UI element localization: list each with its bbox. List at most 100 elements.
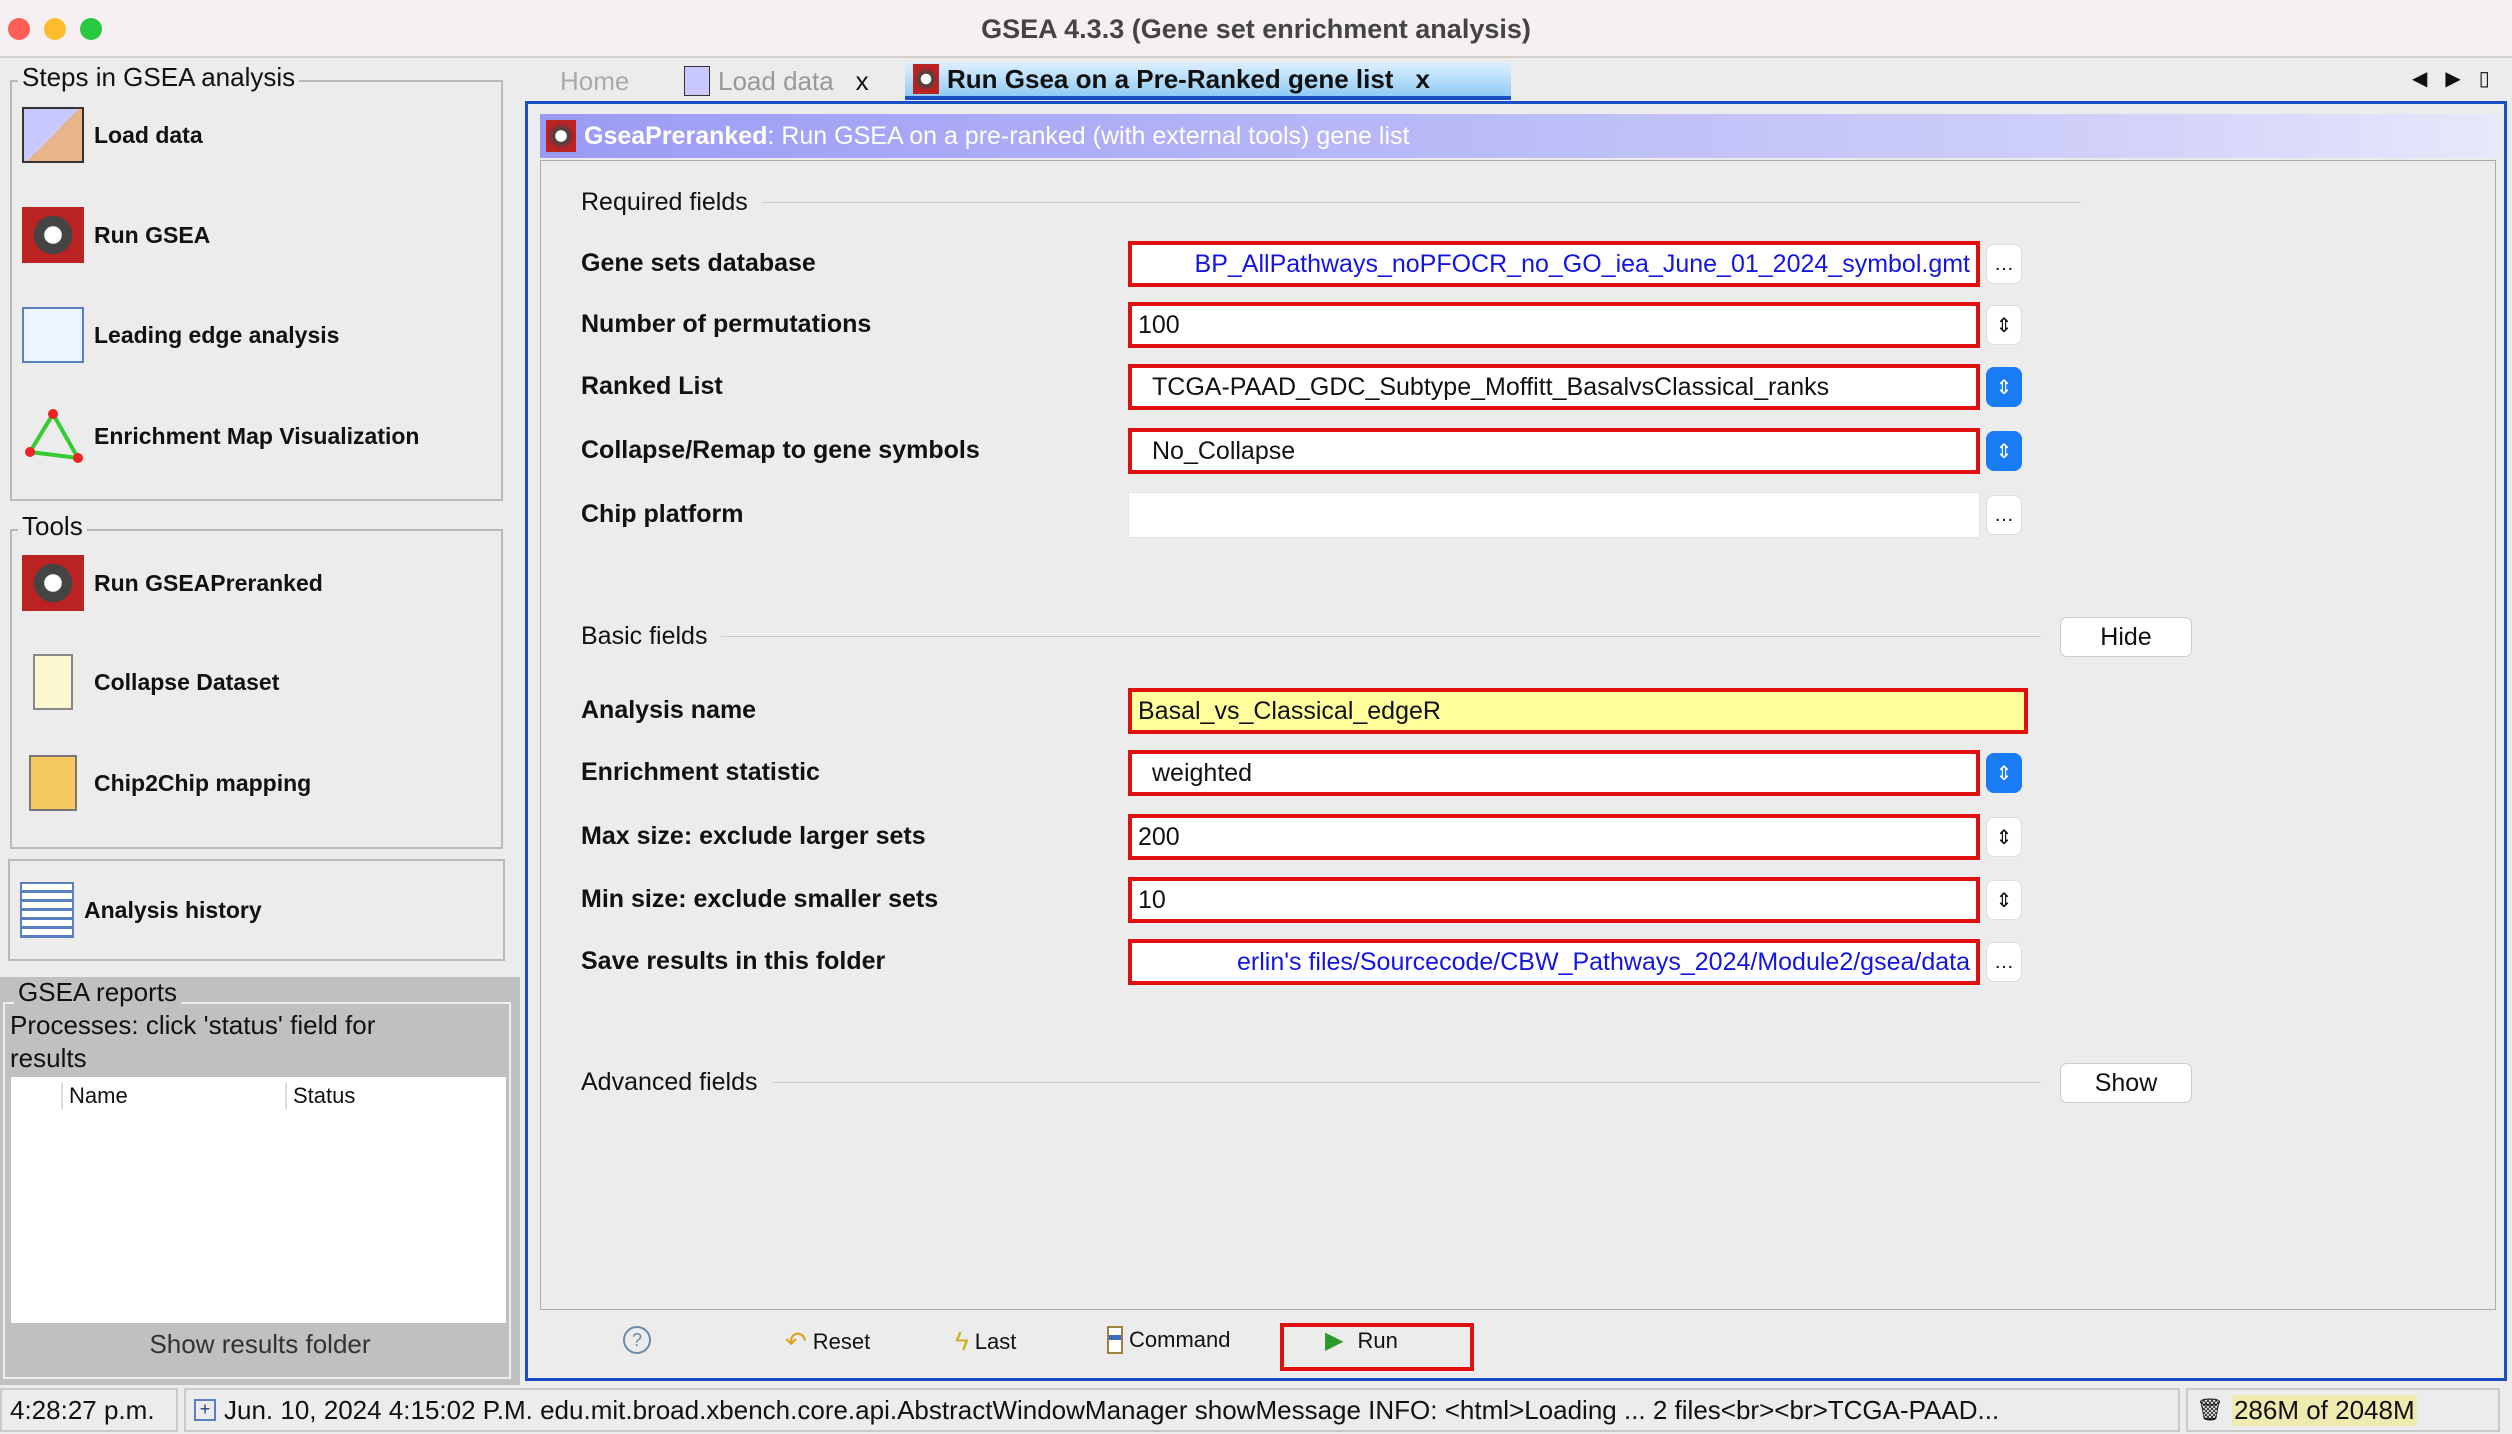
spinner-arrows-icon[interactable]: ⇕ bbox=[1986, 305, 2022, 345]
run-button[interactable]: ▶ Run bbox=[1325, 1326, 1398, 1355]
advanced-fields-heading: Advanced fields bbox=[581, 1068, 2041, 1097]
browse-button[interactable]: … bbox=[1986, 495, 2022, 535]
close-tab-icon[interactable]: x bbox=[856, 66, 869, 97]
analysis-name-label: Analysis name bbox=[581, 696, 757, 724]
step-label: Enrichment Map Visualization bbox=[94, 422, 420, 449]
gear-icon bbox=[913, 64, 939, 94]
enrichment-statistic-field[interactable]: weighted bbox=[1128, 750, 1980, 796]
step-label: Run GSEA bbox=[94, 221, 211, 248]
field-value: Basal_vs_Classical_edgeR bbox=[1138, 696, 1441, 725]
number-of-permutations-field[interactable]: 100 bbox=[1128, 302, 1980, 348]
help-button[interactable]: ? bbox=[623, 1326, 651, 1354]
close-tab-icon[interactable]: x bbox=[1415, 64, 1429, 95]
spinner-arrows-icon[interactable]: ⇕ bbox=[1986, 880, 2022, 920]
tool-collapse-dataset[interactable]: Collapse Dataset bbox=[22, 654, 279, 710]
step-label: Load data bbox=[94, 121, 203, 148]
button-label: Command bbox=[1129, 1327, 1231, 1352]
form-area: Required fields Basic fields Hide Advanc… bbox=[540, 160, 2496, 1310]
title-bar: GSEA 4.3.3 (Gene set enrichment analysis… bbox=[0, 0, 2512, 58]
expand-icon[interactable]: + bbox=[194, 1399, 216, 1421]
step-load-data[interactable]: Load data bbox=[22, 107, 203, 163]
steps-title: Steps in GSEA analysis bbox=[18, 62, 300, 93]
number-of-permutations-label: Number of permutations bbox=[581, 310, 872, 338]
gene-sets-database-label: Gene sets database bbox=[581, 249, 816, 277]
reports-panel: GSEA reports Processes: click 'status' f… bbox=[0, 977, 520, 1385]
reset-button[interactable]: ↶ Reset bbox=[785, 1326, 870, 1357]
analysis-history-button[interactable]: Analysis history bbox=[8, 859, 505, 961]
status-time: 4:28:27 p.m. bbox=[0, 1388, 178, 1432]
section-title: Required fields bbox=[581, 188, 748, 216]
tab-load-data[interactable]: Load data x bbox=[676, 62, 877, 100]
window-title: GSEA 4.3.3 (Gene set enrichment analysis… bbox=[981, 14, 1531, 44]
tab-run-gsea-preranked[interactable]: Run Gsea on a Pre-Ranked gene list x bbox=[905, 62, 1511, 100]
help-icon: ? bbox=[623, 1326, 651, 1354]
tool-name: GseaPreranked bbox=[584, 121, 768, 150]
tool-chip2chip[interactable]: Chip2Chip mapping bbox=[22, 755, 311, 811]
step-leading-edge[interactable]: Leading edge analysis bbox=[22, 307, 339, 363]
memory-status[interactable]: 🗑 286M of 2048M bbox=[2186, 1388, 2500, 1432]
last-button[interactable]: ϟ Last bbox=[955, 1326, 1016, 1357]
triangle-network-icon bbox=[22, 408, 84, 464]
column-header-name[interactable]: Name bbox=[61, 1083, 285, 1109]
field-value: 10 bbox=[1138, 885, 1166, 914]
button-label: Last bbox=[974, 1328, 1017, 1354]
browse-button[interactable]: … bbox=[1986, 244, 2022, 284]
field-value: weighted bbox=[1152, 758, 1253, 787]
tool-run-gseapreranked[interactable]: Run GSEAPreranked bbox=[22, 555, 323, 611]
save-results-in-this-folder-label: Save results in this folder bbox=[581, 947, 886, 975]
section-title: Advanced fields bbox=[581, 1068, 758, 1096]
tab-home[interactable]: Home bbox=[552, 62, 637, 100]
required-fields-heading: Required fields bbox=[581, 188, 2081, 217]
tool-label: Collapse Dataset bbox=[94, 668, 280, 695]
dropdown-arrow-icon[interactable]: ⇕ bbox=[1986, 431, 2022, 471]
step-run-gsea[interactable]: Run GSEA bbox=[22, 207, 210, 263]
collapse-remap-to-gene-symbols-field[interactable]: No_Collapse bbox=[1128, 428, 1980, 474]
field-value: 100 bbox=[1138, 310, 1180, 339]
enrichment-statistic-label: Enrichment statistic bbox=[581, 758, 820, 786]
field-value: No_Collapse bbox=[1152, 436, 1296, 465]
status-message[interactable]: + Jun. 10, 2024 4:15:02 P.M. edu.mit.broa… bbox=[184, 1388, 2180, 1432]
reports-table[interactable]: Name Status bbox=[11, 1077, 506, 1323]
memory-text: 286M of 2048M bbox=[2231, 1394, 2417, 1426]
tab-scroll-arrows[interactable]: ◀▶▯ bbox=[2412, 66, 2508, 91]
tab-label: Run Gsea on a Pre-Ranked gene list bbox=[947, 63, 1394, 94]
min-size-exclude-smaller-sets-label: Min size: exclude smaller sets bbox=[581, 885, 939, 913]
field-value: TCGA-PAAD_GDC_Subtype_Moffitt_BasalvsCla… bbox=[1152, 372, 1830, 401]
tab-label: Home bbox=[560, 65, 630, 96]
tool-label: Chip2Chip mapping bbox=[94, 769, 312, 796]
lightning-icon: ϟ bbox=[955, 1326, 969, 1356]
dropdown-arrow-icon[interactable]: ⇕ bbox=[1986, 367, 2022, 407]
trash-icon[interactable]: 🗑 bbox=[2196, 1397, 2224, 1423]
panel-header: GseaPreranked: Run GSEA on a pre-ranked … bbox=[540, 114, 2498, 158]
step-enrichment-map[interactable]: Enrichment Map Visualization bbox=[22, 408, 419, 464]
analysis-name-field[interactable]: Basal_vs_Classical_edgeR bbox=[1128, 688, 2028, 734]
gear-icon bbox=[22, 555, 84, 611]
browse-button[interactable]: … bbox=[1986, 942, 2022, 982]
collapse-remap-to-gene-symbols-label: Collapse/Remap to gene symbols bbox=[581, 436, 980, 464]
command-icon bbox=[1107, 1326, 1123, 1354]
dropdown-arrow-icon[interactable]: ⇕ bbox=[1986, 753, 2022, 793]
gene-sets-database-field[interactable]: BP_AllPathways_noPFOCR_no_GO_iea_June_01… bbox=[1128, 241, 1980, 287]
gear-icon bbox=[546, 120, 576, 152]
chip-platform-field[interactable] bbox=[1128, 492, 1980, 538]
play-icon: ▶ bbox=[1325, 1327, 1344, 1354]
field-value: 200 bbox=[1138, 822, 1180, 851]
save-results-in-this-folder-field[interactable]: erlin's files/Sourcecode/CBW_Pathways_20… bbox=[1128, 939, 1980, 985]
show-results-folder-button[interactable]: Show results folder bbox=[0, 1329, 520, 1360]
min-size-exclude-smaller-sets-field[interactable]: 10 bbox=[1128, 877, 1980, 923]
column-header-status[interactable]: Status bbox=[285, 1083, 355, 1109]
history-list-icon bbox=[20, 882, 74, 938]
hide-button[interactable]: Hide bbox=[2060, 617, 2192, 657]
show-button[interactable]: Show bbox=[2060, 1063, 2192, 1103]
load-data-icon bbox=[22, 107, 84, 163]
button-label: Run bbox=[1357, 1327, 1398, 1353]
command-button[interactable]: Command bbox=[1107, 1326, 1230, 1354]
mapping-icon bbox=[29, 755, 77, 811]
button-label: Reset bbox=[812, 1328, 871, 1354]
field-value: BP_AllPathways_noPFOCR_no_GO_iea_June_01… bbox=[1194, 249, 1970, 278]
ranked-list-field[interactable]: TCGA-PAAD_GDC_Subtype_Moffitt_BasalvsCla… bbox=[1128, 364, 1980, 410]
spinner-arrows-icon[interactable]: ⇕ bbox=[1986, 817, 2022, 857]
field-value: erlin's files/Sourcecode/CBW_Pathways_20… bbox=[1237, 947, 1970, 976]
max-size-exclude-larger-sets-field[interactable]: 200 bbox=[1128, 814, 1980, 860]
tool-description: : Run GSEA on a pre-ranked (with externa… bbox=[767, 121, 1410, 150]
